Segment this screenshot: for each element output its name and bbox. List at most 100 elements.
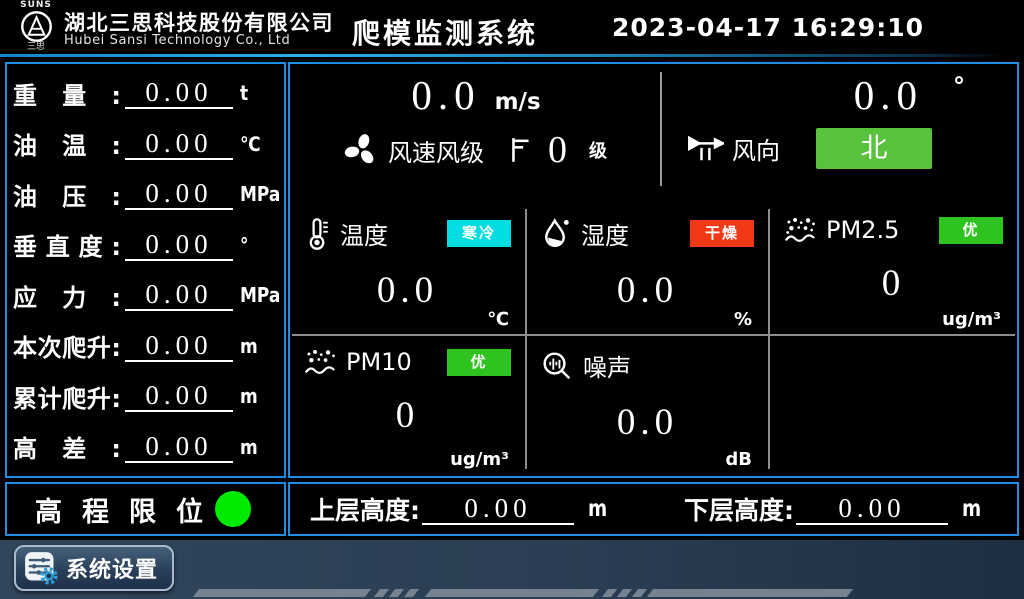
sensor-label: PM10 [346,348,412,376]
measure-value: 0.00 [125,279,233,311]
measure-unit: m [240,334,272,358]
measure-value: 0.00 [125,77,233,109]
wind-speed-label: 风速风级 [388,133,484,168]
logo-suns-text: SUNS [12,1,60,10]
wind-direction-unit: ° [953,72,965,100]
lower-height-value: 0.00 [796,493,948,525]
wind-level-icon [510,136,532,164]
company-logo: SUNS 三思 [12,1,60,55]
pm10-status-badge: 优 [447,349,511,376]
humidity-status-badge: 干燥 [690,220,754,247]
logo-icon [20,10,53,43]
measure-label: 垂直度: [13,227,121,262]
sensor-cell-noise: 噪声 0.0 dB [527,336,768,474]
logo-cn-text: 三思 [12,43,60,52]
measure-value: 0.00 [125,128,233,160]
settings-sliders-gear-icon [24,551,58,585]
wind-direction-section: 0.0 ° 风向 北 [662,64,1017,204]
noise-meter-icon [541,350,573,382]
sensor-value: 0.0 [290,269,525,312]
layer-heights-panel: 上层高度: 0.00 m 下层高度: 0.00 m [288,482,1019,536]
measure-row-total-climb: 累计爬升: 0.00 m [13,371,278,422]
upper-height-group: 上层高度: 0.00 m [310,491,612,527]
sensor-value: 0 [290,394,525,437]
measure-unit: MPa [240,283,272,307]
elevation-limit-label: 高程限位 [35,490,203,529]
sensor-unit: ug/m³ [942,309,1001,330]
elevation-limit-panel: 高程限位 [5,482,286,536]
temperature-status-badge: 寒冷 [447,220,511,247]
particles-icon [304,348,336,376]
wind-level-value: 0 [548,130,567,170]
system-settings-button[interactable]: 系统设置 [14,545,174,591]
particles-icon [784,216,816,244]
footer-decoration [196,589,850,597]
measure-row-height-diff: 高差: 0.00 m [13,422,278,473]
sensor-label: 噪声 [583,348,631,383]
measure-value: 0.00 [125,178,233,210]
measure-value: 0.00 [125,380,233,412]
sensor-cell-temperature: 温度 寒冷 0.0 ℃ [290,204,525,334]
upper-height-value: 0.00 [422,493,574,525]
sensor-cell-pm25: PM2.5 优 0 ug/m³ [770,204,1017,334]
fan-icon [342,131,380,169]
measure-unit: m [240,435,272,459]
measure-row-current-climb: 本次爬升: 0.00 m [13,321,278,372]
measure-row-weight: 重量: 0.00 t [13,68,278,119]
measure-unit: MPa [240,182,272,206]
sensor-value: 0 [770,262,1017,305]
sensor-label: 湿度 [581,216,629,251]
sensor-value: 0.0 [527,269,768,312]
measure-row-verticality: 垂直度: 0.00 ° [13,220,278,271]
elevation-limit-status-light [215,491,251,527]
environment-panel: 0.0 m/s 风速风级 [288,62,1019,478]
upper-height-unit: m [588,496,607,522]
lower-height-label: 下层高度: [684,491,794,527]
measure-unit: ° [240,233,272,257]
water-drop-icon [541,217,571,251]
measure-label: 累计爬升: [13,379,121,414]
measure-unit: ℃ [240,132,272,156]
sensor-label: 温度 [340,216,388,251]
header-divider [0,54,1006,57]
lower-height-group: 下层高度: 0.00 m [684,491,986,527]
thermometer-icon [304,217,330,251]
wind-speed-section: 0.0 m/s 风速风级 [290,64,662,204]
sensor-unit: ℃ [487,309,509,330]
measure-label: 高差: [13,429,121,464]
company-name-en: Hubei Sansi Technology Co., Ltd [64,33,290,48]
sensor-unit: dB [725,449,752,470]
measurements-panel: 重量: 0.00 t 油温: 0.00 ℃ 油压: 0.00 MPa 垂直度: … [5,62,286,478]
lower-height-unit: m [962,496,981,522]
pm25-status-badge: 优 [939,217,1003,244]
wind-speed-unit: m/s [495,89,541,115]
upper-height-label: 上层高度: [310,491,420,527]
page-title: 爬模监测系统 [352,12,538,52]
measure-row-oil-temp: 油温: 0.00 ℃ [13,119,278,170]
sensor-unit: ug/m³ [450,449,509,470]
sensor-cell-humidity: 湿度 干燥 0.0 % [527,204,768,334]
measure-label: 应力: [13,278,121,313]
wind-speed-value: 0.0 [411,72,480,118]
measure-value: 0.00 [125,330,233,362]
wind-direction-button[interactable]: 北 [816,128,932,169]
measure-value: 0.00 [125,431,233,463]
wind-direction-label: 风向 [732,131,780,166]
climbing-formwork-monitor-screen: SUNS 三思 湖北三思科技股份有限公司 Hubei Sansi Technol… [0,0,1024,599]
measure-unit: m [240,384,272,408]
measure-label: 油温: [13,126,121,161]
wind-level-unit: 级 [589,137,607,163]
measure-label: 本次爬升: [13,328,121,363]
wind-direction-value: 0.0 [854,72,923,118]
measure-row-oil-pressure: 油压: 0.00 MPa [13,169,278,220]
sensor-cell-pm10: PM10 优 0 ug/m³ [290,336,525,474]
wind-vane-icon [688,134,724,164]
measure-label: 重量: [13,76,121,111]
measure-label: 油压: [13,177,121,212]
sensor-label: PM2.5 [826,216,899,244]
system-settings-label: 系统设置 [66,552,158,584]
datetime-display: 2023-04-17 16:29:10 [612,13,924,42]
sensor-value: 0.0 [527,401,768,444]
sensor-unit: % [734,309,752,330]
footer-bar: 系统设置 [0,540,1024,599]
